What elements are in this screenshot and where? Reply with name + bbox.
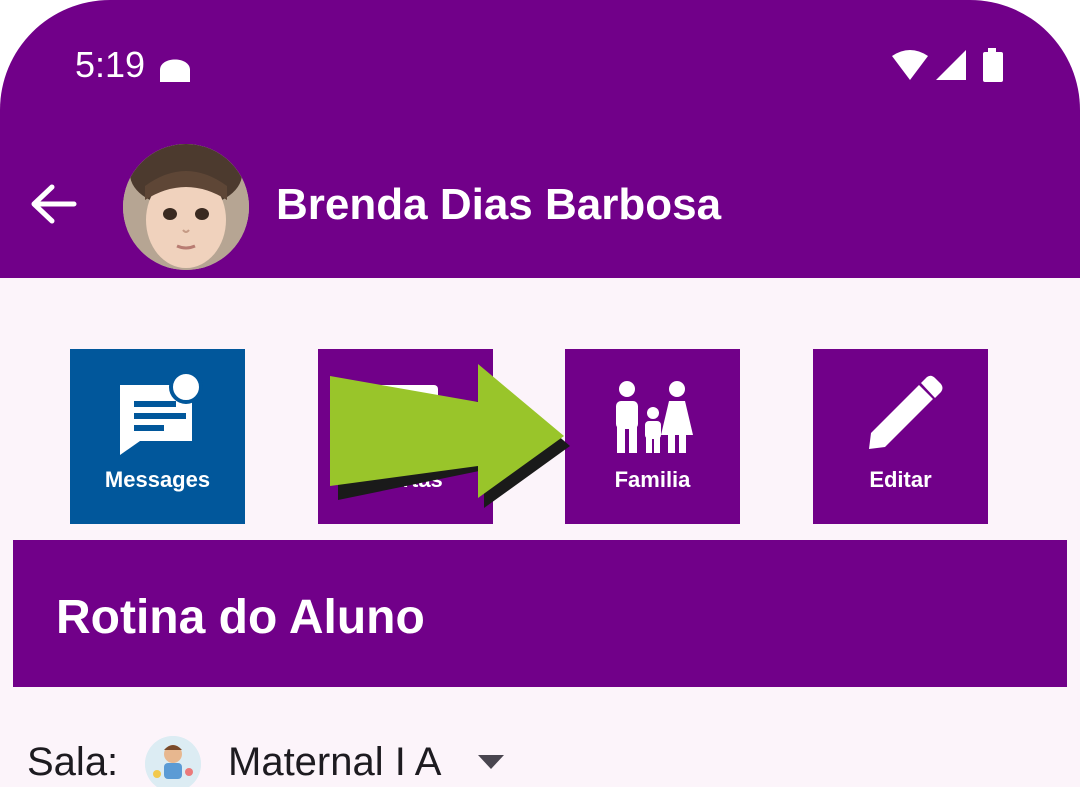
student-name: Brenda Dias Barbosa (276, 180, 722, 229)
pencil-icon (869, 375, 943, 449)
class-label: Sala: (27, 740, 119, 784)
cell-signal-icon (936, 50, 966, 80)
family-tile[interactable]: Familia (565, 349, 740, 524)
notification-icon (160, 59, 190, 82)
edit-tile-label: Editar (869, 467, 932, 492)
alert-icon (376, 385, 438, 435)
messages-tile[interactable]: Messages (70, 349, 245, 524)
status-time: 5:19 (75, 44, 146, 85)
back-arrow-icon[interactable] (28, 182, 78, 226)
section-title: Rotina do Aluno (56, 591, 425, 644)
phone-screen: 5:19 Brenda Dias Barbosa Messages Alerta… (0, 0, 1080, 787)
family-tile-label: Familia (614, 467, 691, 492)
alerts-tile-label: Alertas (368, 467, 443, 492)
family-icon (616, 381, 693, 453)
student-avatar[interactable] (123, 144, 249, 270)
edit-tile[interactable]: Editar (813, 349, 988, 524)
alerts-tile[interactable]: Alertas (318, 349, 493, 524)
chat-bubble-icon (120, 371, 203, 455)
app-bar: Brenda Dias Barbosa (0, 130, 1080, 278)
battery-icon (983, 48, 1003, 82)
wifi-icon (892, 50, 928, 80)
routine-section-header: Rotina do Aluno (13, 540, 1067, 687)
class-selector-value[interactable]: Maternal I A (228, 740, 441, 785)
status-icons (892, 48, 1003, 82)
status-bar: 5:19 (0, 0, 1080, 130)
class-avatar-icon (145, 736, 201, 787)
dropdown-arrow-icon[interactable] (478, 755, 504, 769)
messages-tile-label: Messages (104, 467, 211, 492)
